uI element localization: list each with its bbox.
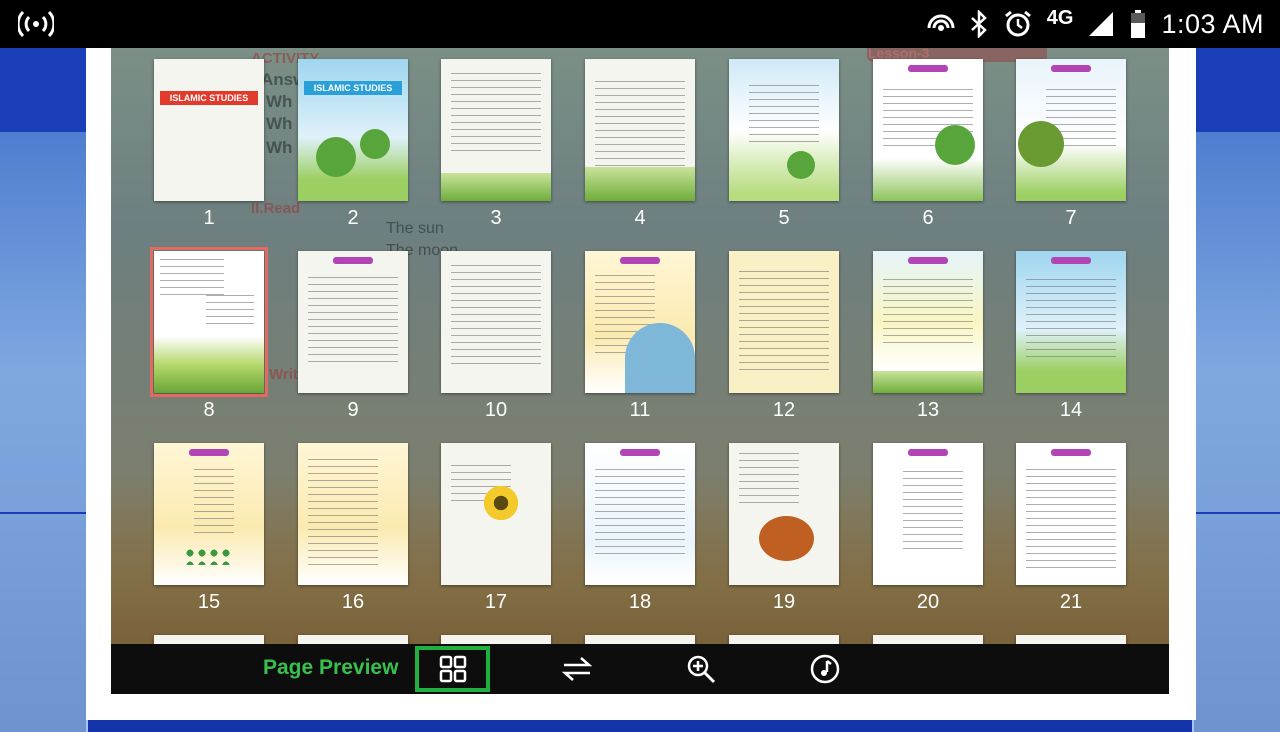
- page-number: 7: [1065, 207, 1077, 229]
- clock: 1:03 AM: [1161, 8, 1264, 39]
- page-thumbnail[interactable]: [1016, 59, 1126, 201]
- page-number: 11: [629, 399, 651, 421]
- page-thumbnail[interactable]: [298, 251, 408, 393]
- page-thumbnail[interactable]: [729, 443, 839, 585]
- zoom-in-icon: [687, 655, 716, 684]
- page-thumbnail[interactable]: [441, 59, 551, 201]
- music-button[interactable]: [790, 646, 860, 692]
- signal-icon: [1089, 12, 1114, 36]
- page-thumbnail[interactable]: [873, 443, 983, 585]
- network-type: 4G: [1046, 6, 1074, 29]
- page-number: 21: [1059, 591, 1083, 613]
- page-thumbnail[interactable]: [441, 251, 551, 393]
- page-number: 20: [916, 591, 940, 613]
- page-thumbnail[interactable]: [873, 635, 983, 644]
- zoom-in-button[interactable]: [666, 646, 736, 692]
- page-number: 6: [922, 207, 934, 229]
- page-thumbnail[interactable]: [150, 247, 268, 397]
- page-thumbnail[interactable]: [729, 635, 839, 644]
- page-thumbnail[interactable]: [441, 635, 551, 644]
- cast-icon: [927, 14, 955, 31]
- page-thumbnail[interactable]: [873, 251, 983, 393]
- page-number: 12: [772, 399, 796, 421]
- page-thumbnail[interactable]: [585, 59, 695, 201]
- page-number: 19: [772, 591, 796, 613]
- page-thumbnail[interactable]: [1016, 635, 1126, 644]
- page-frame-bottom: [86, 694, 1196, 720]
- page-number: 9: [347, 399, 359, 421]
- page-thumbnail[interactable]: ISLAMIC STUDIES: [154, 59, 264, 201]
- music-icon: [810, 654, 840, 684]
- bg-line: Wh: [266, 92, 293, 111]
- page-thumbnail[interactable]: [729, 59, 839, 201]
- page-thumbnail[interactable]: [585, 635, 695, 644]
- battery-icon: [1131, 10, 1146, 38]
- page-number: 10: [484, 399, 508, 421]
- page-number: 1: [203, 207, 215, 229]
- swap-button[interactable]: [542, 646, 612, 692]
- page-thumbnail[interactable]: [1016, 443, 1126, 585]
- page-number: 18: [628, 591, 652, 613]
- page-number: 5: [778, 207, 790, 229]
- page-thumbnail[interactable]: [441, 443, 551, 585]
- page-number: 14: [1059, 399, 1083, 421]
- page-thumbnail[interactable]: [585, 251, 695, 393]
- page-number: 16: [341, 591, 365, 613]
- swap-icon: [561, 657, 593, 681]
- page-number: 15: [197, 591, 221, 613]
- thumbnail-title: ISLAMIC STUDIES: [160, 91, 258, 105]
- page-number: 4: [634, 207, 646, 229]
- thumbnail-title: ISLAMIC STUDIES: [304, 81, 402, 95]
- page-preview-button[interactable]: [415, 646, 490, 692]
- page-number: 3: [490, 207, 502, 229]
- page-number: 2: [347, 207, 359, 229]
- page-thumbnail[interactable]: [298, 635, 408, 644]
- page-thumbnail[interactable]: [873, 59, 983, 201]
- status-bar: 4G 1:03 AM: [0, 0, 1280, 48]
- page-thumbnail[interactable]: [585, 443, 695, 585]
- page-thumbnail[interactable]: [298, 443, 408, 585]
- page-thumbnail[interactable]: [154, 443, 264, 585]
- page-thumbnail[interactable]: [729, 251, 839, 393]
- background-left: [0, 48, 88, 732]
- wifi-tethering-icon: [18, 10, 54, 38]
- bg-line: Writ: [269, 366, 298, 383]
- page-thumbnail[interactable]: [154, 635, 264, 644]
- alarm-icon: [1004, 10, 1031, 37]
- grid-icon: [439, 655, 466, 683]
- bluetooth-icon: [970, 10, 987, 38]
- bg-line: Wh: [266, 114, 293, 133]
- page-number: 17: [484, 591, 508, 613]
- page-number: 8: [203, 399, 215, 421]
- toolbar-label: Page Preview: [263, 656, 399, 679]
- page-number: 13: [916, 399, 940, 421]
- bottom-toolbar: Page Preview: [111, 644, 1169, 694]
- page-thumbnail[interactable]: ISLAMIC STUDIES: [298, 59, 408, 201]
- page-thumbnail[interactable]: [1016, 251, 1126, 393]
- bg-line: Wh: [266, 138, 293, 157]
- background-right: [1192, 48, 1280, 732]
